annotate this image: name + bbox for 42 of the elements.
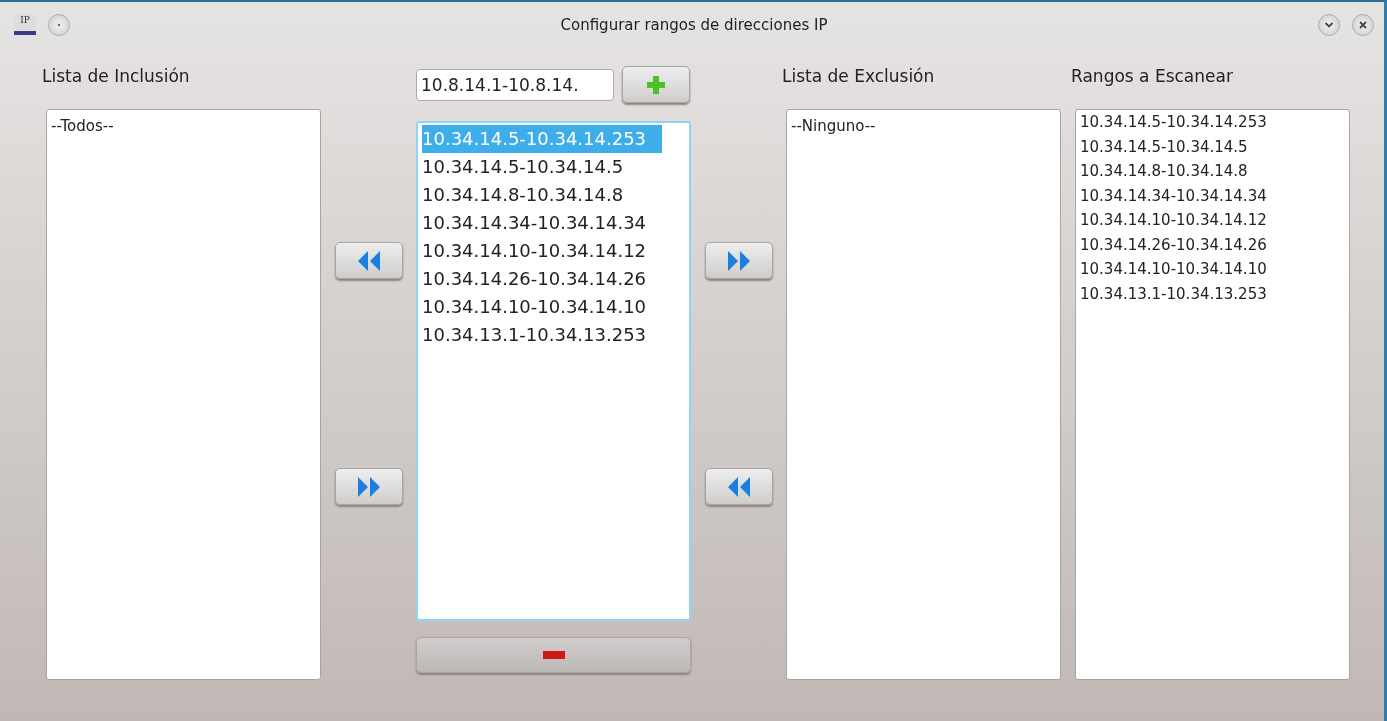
range-item[interactable]: 10.34.14.5-10.34.14.5 — [422, 153, 640, 181]
range-item[interactable]: 10.34.14.10-10.34.14.12 — [422, 237, 663, 265]
exclusion-list[interactable]: --Ninguno-- — [786, 109, 1061, 680]
list-item[interactable]: 10.34.14.26-10.34.14.26 — [1080, 232, 1345, 257]
dot-icon — [57, 23, 61, 27]
exclusion-list-label: Lista de Exclusión — [782, 66, 936, 88]
list-item[interactable]: 10.34.13.1-10.34.13.253 — [1080, 281, 1345, 306]
range-item[interactable]: 10.34.14.34-10.34.14.34 — [422, 209, 663, 237]
move-left-button[interactable] — [705, 468, 773, 505]
close-icon — [1358, 20, 1368, 30]
minus-icon — [542, 651, 565, 659]
range-input-field[interactable]: 10.8.14.1-10.8.14. — [416, 68, 614, 101]
list-item[interactable]: 10.34.14.5-10.34.14.253 — [1080, 110, 1345, 135]
range-list[interactable]: 10.34.14.5-10.34.14.253 10.34.14.5-10.34.14.5 10.34.14.8-10.34.14.8 10.34.14.34-10.34.14.34 10.34.14.10-10.34.14.12 10.34.14.26-10.34.14.26 10.34.14.10-10.34.14.10 10.34.13.1-10.34.13.253 — [416, 121, 691, 621]
range-item[interactable]: 10.34.14.26-10.34.14.26 — [422, 265, 663, 293]
list-item[interactable]: 10.34.14.5-10.34.14.5 — [1080, 134, 1345, 159]
inclusion-list[interactable]: --Todos-- — [46, 109, 321, 680]
add-button[interactable] — [622, 66, 690, 103]
list-item[interactable]: 10.34.14.34-10.34.14.34 — [1080, 183, 1345, 208]
pin-button[interactable] — [48, 14, 70, 36]
close-button[interactable] — [1352, 14, 1374, 36]
list-item[interactable]: --Todos-- — [51, 115, 316, 139]
range-item[interactable]: 10.34.14.8-10.34.14.8 — [422, 181, 640, 209]
range-item[interactable]: 10.34.13.1-10.34.13.253 — [422, 321, 663, 349]
window-title: Configurar rangos de direcciones IP — [560, 16, 828, 34]
inclusion-list-label: Lista de Inclusión — [42, 66, 191, 88]
list-item[interactable]: --Ninguno-- — [791, 115, 1056, 139]
plus-icon — [646, 74, 666, 95]
minimize-button[interactable] — [1318, 14, 1340, 36]
double-right-arrow-icon — [726, 248, 752, 273]
list-item[interactable]: 10.34.14.8-10.34.14.8 — [1080, 159, 1345, 184]
list-item[interactable]: 10.34.14.10-10.34.14.12 — [1080, 208, 1345, 233]
list-item[interactable]: 10.34.14.10-10.34.14.10 — [1080, 257, 1345, 282]
scan-list[interactable]: 10.34.14.5-10.34.14.253 10.34.14.5-10.34.14.5 10.34.14.8-10.34.14.8 10.34.14.34-10.34.14.34 10.34.14.10-10.34.14.12 10.34.14.26-10.34.14.26 10.34.14.10-10.34.14.10 10.34.13.1-10.34.13.253 — [1075, 109, 1350, 680]
app-icon: IP — [14, 15, 36, 35]
double-right-arrow-icon — [356, 474, 382, 499]
move-right-button[interactable] — [705, 242, 773, 279]
range-item[interactable]: 10.34.14.10-10.34.14.10 — [422, 293, 663, 321]
chevron-down-icon — [1324, 21, 1334, 29]
move-right-button[interactable] — [335, 468, 403, 505]
scan-list-label: Rangos a Escanear — [1071, 66, 1234, 88]
move-left-button[interactable] — [335, 242, 403, 279]
